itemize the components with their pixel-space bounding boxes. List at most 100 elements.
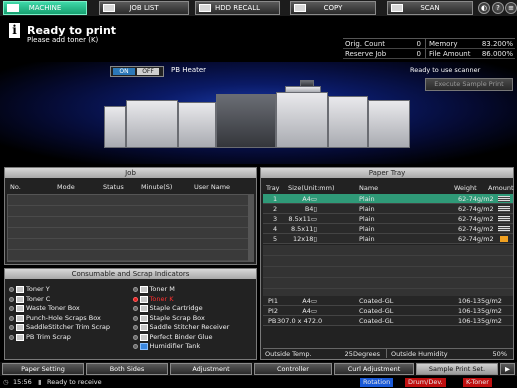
- tray-row[interactable]: PI2 A4▭ Coated-GL 106-135g/m2: [263, 306, 513, 316]
- consumable-item: Humidifier Tank: [131, 342, 255, 352]
- consumable-icon: [16, 305, 24, 313]
- reserve-job-label: Reserve Job: [345, 50, 387, 58]
- paper-amount-icon: [498, 216, 510, 222]
- tray-name: Coated-GL: [359, 297, 394, 305]
- output-tray-illustration: [104, 106, 126, 148]
- tab-scan[interactable]: SCAN: [387, 1, 473, 15]
- paper-low-icon: [500, 236, 508, 242]
- function-button[interactable]: Paper Setting: [2, 363, 84, 375]
- tray-weight: 106-135g/m2: [458, 307, 502, 315]
- copy-icon: [294, 4, 306, 12]
- function-button[interactable]: Adjustment: [170, 363, 252, 375]
- tray-col-amount: Amount: [488, 184, 514, 192]
- consumable-label: Waste Toner Box: [26, 304, 80, 312]
- function-button[interactable]: Curl Adjustment: [334, 363, 414, 375]
- consumable-label: Toner Y: [26, 285, 50, 293]
- tray-row[interactable]: PI1 A4▭ Coated-GL 106-135g/m2: [263, 296, 513, 306]
- tab-hdd-recall[interactable]: HDD RECALL: [195, 1, 280, 15]
- tab-job-list-label: JOB LIST: [129, 4, 159, 12]
- consumable-label: Staple Cartridge: [149, 304, 203, 312]
- tray-size: A4▭: [302, 297, 317, 305]
- consumable-item: [7, 342, 131, 352]
- consumable-item: SaddleStitcher Trim Scrap: [7, 323, 131, 333]
- tray-name: Plain: [359, 235, 375, 243]
- tab-copy[interactable]: COPY: [290, 1, 376, 15]
- rotation-indicator: Rotation: [360, 378, 394, 387]
- counter-panel: Orig. Count 0 Memory 83.200% Reserve Job…: [343, 38, 515, 59]
- control-panel-illustration: [300, 80, 314, 87]
- tab-hdd-recall-label: HDD RECALL: [214, 4, 261, 12]
- tray-weight: 62-74g/m2: [458, 215, 494, 223]
- job-col-user: User Name: [194, 183, 231, 191]
- outside-temp-label: Outside Temp.: [265, 350, 312, 358]
- consumable-label: Punch-Hole Scraps Box: [26, 313, 101, 322]
- consumable-label: Toner C: [26, 294, 51, 303]
- tray-row[interactable]: 1 A4▭ Plain 62-74g/m2: [263, 194, 513, 204]
- consumable-label: Toner M: [149, 285, 175, 293]
- machine-icon: [7, 4, 19, 12]
- next-page-button[interactable]: ▶: [500, 363, 515, 375]
- consumable-label: SaddleStitcher Trim Scrap: [26, 323, 110, 331]
- tray-size: A4▭: [302, 195, 317, 203]
- consumable-row: PB Trim Scrap Perfect Binder Glue: [7, 333, 254, 343]
- tray-row[interactable]: 5 12x18▯ Plain 62-74g/m2: [263, 234, 513, 244]
- function-button[interactable]: Sample Print Set.: [416, 363, 498, 375]
- consumable-icon: [16, 314, 24, 322]
- outside-humidity-label: Outside Humidity: [391, 350, 448, 358]
- consumable-label: Toner K: [149, 294, 174, 303]
- consumable-item: Punch-Hole Scraps Box: [7, 314, 131, 324]
- status-message: Ready to receive: [47, 378, 102, 386]
- rotation-label: Rotation: [363, 378, 391, 386]
- function-button[interactable]: Controller: [254, 363, 332, 375]
- consumable-item: Saddle Stitcher Receiver: [131, 323, 255, 333]
- k-toner-label: K-Toner: [466, 378, 489, 386]
- status-subtitle: Please add toner (K): [27, 36, 99, 44]
- job-col-status: Status: [103, 183, 124, 191]
- execute-sample-print-button[interactable]: Execute Sample Print: [425, 78, 513, 91]
- consumable-item: Toner M: [131, 285, 255, 295]
- tray-row[interactable]: 4 8.5x11▯ Plain 62-74g/m2: [263, 224, 513, 234]
- tray-row[interactable]: PB 307.0 x 472.0 Coated-GL 106-135g/m2: [263, 316, 513, 326]
- toggle-on[interactable]: ON: [113, 68, 135, 75]
- consumable-row: Humidifier Tank: [7, 342, 254, 352]
- memory-label: Memory: [429, 40, 458, 48]
- outside-temp-value: 25Degrees: [327, 349, 387, 358]
- status-led-icon: [9, 287, 14, 293]
- status-led-icon: [9, 296, 14, 302]
- tray-table-header: Tray Size(Unit:mm) Name Weight Amount: [263, 183, 514, 193]
- menu-button[interactable]: ≡: [505, 2, 517, 14]
- consumable-icon: [139, 333, 148, 341]
- consumables-title: Consumable and Scrap Indicators: [5, 269, 256, 279]
- tab-job-list[interactable]: JOB LIST: [99, 1, 189, 15]
- job-list[interactable]: [7, 194, 254, 262]
- job-col-mode: Mode: [57, 183, 75, 191]
- status-led-icon: [9, 315, 14, 321]
- clock-time: 15:56: [13, 378, 32, 386]
- tray-col-size: Size(Unit:mm): [288, 184, 335, 192]
- consumable-item: Staple Cartridge: [131, 304, 255, 314]
- pb-heater-toggle[interactable]: ON OFF: [110, 66, 164, 77]
- volume-icon: ◐: [480, 4, 488, 12]
- paper-amount-icon: [498, 226, 510, 232]
- help-icon: ?: [496, 4, 500, 12]
- consumable-row: Toner C Toner K: [7, 295, 254, 305]
- function-button[interactable]: Both Sides: [86, 363, 168, 375]
- job-col-minute: Minute(S): [141, 183, 173, 191]
- tab-machine[interactable]: MACHINE: [3, 1, 87, 15]
- tray-row[interactable]: 3 8.5x11▭ Plain 62-74g/m2: [263, 214, 513, 224]
- status-led-icon: [9, 325, 14, 331]
- tray-weight: 62-74g/m2: [458, 195, 494, 203]
- toggle-off[interactable]: OFF: [137, 68, 159, 75]
- help-button[interactable]: ?: [492, 2, 504, 14]
- consumable-row: SaddleStitcher Trim Scrap Saddle Stitcher…: [7, 323, 254, 333]
- tray-row[interactable]: 2 B4▯ Plain 62-74g/m2: [263, 204, 513, 214]
- consumables-grid: Toner Y Toner M Toner C Toner K Waste Toner …: [7, 285, 254, 352]
- consumable-row: Toner Y Toner M: [7, 285, 254, 295]
- tray-size: 8.5x11▯: [290, 225, 317, 233]
- job-scrollbar[interactable]: [248, 194, 254, 262]
- large-tray-illustration: [368, 100, 410, 148]
- status-led-icon: [132, 325, 138, 331]
- volume-button[interactable]: ◐: [478, 2, 490, 14]
- tray-name: Coated-GL: [359, 307, 394, 315]
- file-amount-value: 86.000%: [481, 50, 513, 58]
